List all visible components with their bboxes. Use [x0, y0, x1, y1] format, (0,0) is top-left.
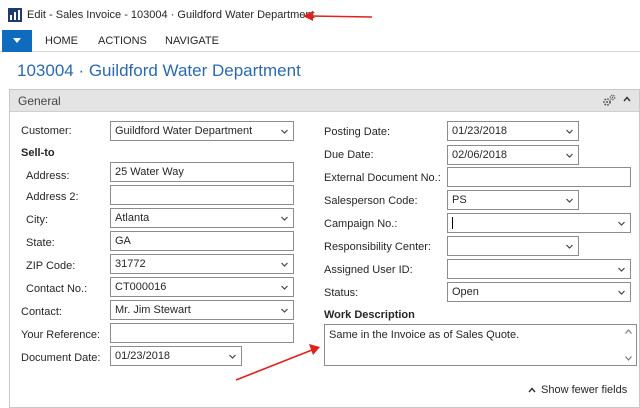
city-label: City: [26, 214, 48, 226]
contact-value: Mr. Jim Stewart [115, 304, 191, 316]
work-description-label: Work Description [324, 309, 415, 321]
chevron-down-icon[interactable] [566, 197, 573, 204]
chevron-down-icon[interactable] [281, 215, 288, 222]
salesperson-field[interactable]: PS [447, 190, 579, 210]
due-date-field[interactable]: 02/06/2018 [447, 145, 579, 165]
chevron-down-icon[interactable] [281, 307, 288, 314]
state-value: GA [115, 235, 131, 247]
document-date-value: 01/23/2018 [115, 350, 171, 362]
customer-value: Guildford Water Department [115, 125, 253, 137]
campaign-field[interactable] [447, 213, 631, 233]
page-title: 103004 · Guildford Water Department [17, 61, 301, 80]
chevron-down-icon[interactable] [566, 243, 573, 250]
tab-home[interactable]: HOME [45, 35, 78, 47]
campaign-label: Campaign No.: [324, 218, 398, 230]
window-titlebar: Edit - Sales Invoice - 103004 · Guildfor… [0, 0, 640, 30]
contact-label: Contact: [21, 306, 62, 318]
zip-label: ZIP Code: [26, 260, 76, 272]
address-value: 25 Water Way [115, 166, 184, 178]
customer-field[interactable]: Guildford Water Department [110, 121, 294, 141]
work-description-value: Same in the Invoice as of Sales Quote. [329, 329, 520, 341]
address-label: Address: [26, 170, 70, 182]
chevron-down-icon[interactable] [281, 128, 288, 135]
panel-title: General [18, 94, 61, 108]
city-field[interactable]: Atlanta [110, 208, 294, 228]
address-field[interactable]: 25 Water Way [110, 162, 294, 182]
posting-date-label: Posting Date: [324, 126, 391, 138]
external-doc-field[interactable] [447, 167, 631, 187]
show-fewer-label: Show fewer fields [541, 384, 628, 396]
text-cursor [452, 217, 453, 229]
your-reference-field[interactable] [110, 323, 294, 343]
chevron-down-icon[interactable] [281, 284, 288, 291]
resp-center-label: Responsibility Center: [324, 241, 431, 253]
show-fewer-fields-link[interactable]: Show fewer fields [528, 384, 627, 396]
sell-to-heading: Sell-to [21, 147, 55, 159]
contact-no-value: CT000016 [115, 281, 167, 293]
tab-navigate[interactable]: NAVIGATE [165, 35, 219, 47]
salesperson-value: PS [452, 194, 467, 206]
assigned-user-field[interactable] [447, 259, 631, 279]
scroll-up-icon[interactable] [625, 329, 632, 334]
city-value: Atlanta [115, 212, 150, 224]
address2-label: Address 2: [26, 191, 79, 203]
zip-field[interactable]: 31772 [110, 254, 294, 274]
work-description-field[interactable]: Same in the Invoice as of Sales Quote. [324, 324, 637, 366]
due-date-label: Due Date: [324, 149, 374, 161]
chevron-down-icon[interactable] [566, 128, 573, 135]
contact-no-field[interactable]: CT000016 [110, 277, 294, 297]
tab-actions[interactable]: ACTIONS [98, 35, 147, 47]
chevron-down-icon[interactable] [229, 353, 236, 360]
assigned-user-label: Assigned User ID: [324, 264, 413, 276]
chevron-down-icon[interactable] [618, 266, 625, 273]
status-value: Open [452, 286, 479, 298]
ribbon: HOME ACTIONS NAVIGATE [0, 30, 640, 52]
state-field[interactable]: GA [110, 231, 294, 251]
document-date-field[interactable]: 01/23/2018 [110, 346, 242, 366]
status-field[interactable]: Open [447, 282, 631, 302]
posting-date-value: 01/23/2018 [452, 125, 508, 137]
app-menu-button[interactable] [2, 30, 32, 52]
dynamics-nav-icon [8, 8, 22, 22]
chevron-up-icon[interactable] [623, 96, 631, 102]
external-doc-label: External Document No.: [324, 172, 441, 184]
app-menu-triangle-icon [13, 38, 21, 43]
contact-no-label: Contact No.: [26, 283, 88, 295]
chevron-down-icon[interactable] [618, 220, 625, 227]
resp-center-field[interactable] [447, 236, 579, 256]
status-label: Status: [324, 287, 359, 299]
state-label: State: [26, 237, 55, 249]
your-reference-label: Your Reference: [21, 329, 101, 341]
gears-icon[interactable] [602, 94, 616, 108]
salesperson-label: Salesperson Code: [324, 195, 418, 207]
chevron-down-icon[interactable] [618, 289, 625, 296]
chevron-down-icon[interactable] [281, 261, 288, 268]
contact-field[interactable]: Mr. Jim Stewart [110, 300, 294, 320]
due-date-value: 02/06/2018 [452, 149, 508, 161]
chevron-up-icon [528, 387, 536, 393]
panel-header[interactable]: General [10, 90, 639, 112]
chevron-down-icon[interactable] [566, 152, 573, 159]
window-title: Edit - Sales Invoice - 103004 · Guildfor… [27, 9, 315, 21]
document-date-label: Document Date: [21, 352, 101, 364]
zip-value: 31772 [115, 258, 146, 270]
posting-date-field[interactable]: 01/23/2018 [447, 121, 579, 141]
scroll-down-icon[interactable] [625, 356, 632, 361]
customer-label: Customer: [21, 125, 72, 137]
address2-field[interactable] [110, 185, 294, 205]
